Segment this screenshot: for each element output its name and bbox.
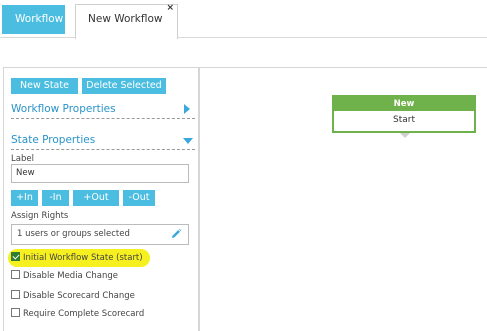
- checkbox-icon[interactable]: [11, 270, 20, 279]
- add-out-button[interactable]: +Out: [73, 190, 119, 206]
- tab-bar: Workflow New Workflow ×: [0, 0, 487, 39]
- checkbox-checked-icon[interactable]: [11, 252, 20, 261]
- initial-state-label: Initial Workflow State (start): [23, 253, 143, 263]
- disable-scorecard-change-checkbox[interactable]: Disable Scorecard Change: [11, 290, 135, 303]
- disable-media-change-label: Disable Media Change: [23, 271, 119, 281]
- pencil-icon[interactable]: [170, 228, 182, 240]
- chevron-right-icon: [184, 104, 190, 114]
- assign-rights-caption: Assign Rights: [11, 211, 69, 221]
- state-node-title: New: [334, 97, 474, 111]
- tab-new-workflow[interactable]: New Workflow ×: [75, 2, 178, 39]
- require-complete-scorecard-label: Require Complete Scorecard: [23, 309, 145, 319]
- require-complete-scorecard-checkbox[interactable]: Require Complete Scorecard: [11, 308, 144, 321]
- workflow-properties-label: Workflow Properties: [11, 103, 116, 115]
- remove-in-button[interactable]: -In: [42, 190, 69, 206]
- workflow-canvas[interactable]: New Start: [199, 67, 487, 331]
- disable-scorecard-change-label: Disable Scorecard Change: [23, 291, 135, 301]
- close-icon[interactable]: ×: [166, 2, 174, 14]
- state-properties-header[interactable]: State Properties: [11, 130, 195, 150]
- assign-rights-value: 1 users or groups selected: [17, 229, 130, 239]
- state-properties-label: State Properties: [11, 134, 96, 146]
- add-in-button[interactable]: +In: [11, 190, 38, 206]
- checkbox-icon[interactable]: [11, 308, 20, 317]
- disable-media-change-checkbox[interactable]: Disable Media Change: [11, 270, 118, 283]
- initial-state-checkbox[interactable]: Initial Workflow State (start): [11, 252, 143, 265]
- chevron-down-icon: [183, 138, 193, 144]
- tab-workflow-label: Workflow: [15, 13, 64, 25]
- new-state-button[interactable]: New State: [11, 78, 78, 94]
- remove-out-button[interactable]: -Out: [123, 190, 155, 206]
- tab-workflow[interactable]: Workflow: [2, 5, 65, 34]
- tab-new-workflow-label: New Workflow: [88, 13, 163, 25]
- connector-handle[interactable]: [400, 133, 410, 138]
- state-node-subtitle: Start: [393, 115, 415, 125]
- delete-selected-button[interactable]: Delete Selected: [82, 78, 166, 94]
- properties-panel: New State Delete Selected Workflow Prope…: [3, 67, 199, 331]
- checkbox-icon[interactable]: [11, 290, 20, 299]
- label-input[interactable]: New: [11, 164, 189, 183]
- assign-rights-field[interactable]: 1 users or groups selected: [11, 224, 189, 245]
- workflow-properties-header[interactable]: Workflow Properties: [11, 99, 195, 119]
- workflow-state-node[interactable]: New Start: [332, 95, 476, 138]
- label-caption: Label: [11, 154, 34, 164]
